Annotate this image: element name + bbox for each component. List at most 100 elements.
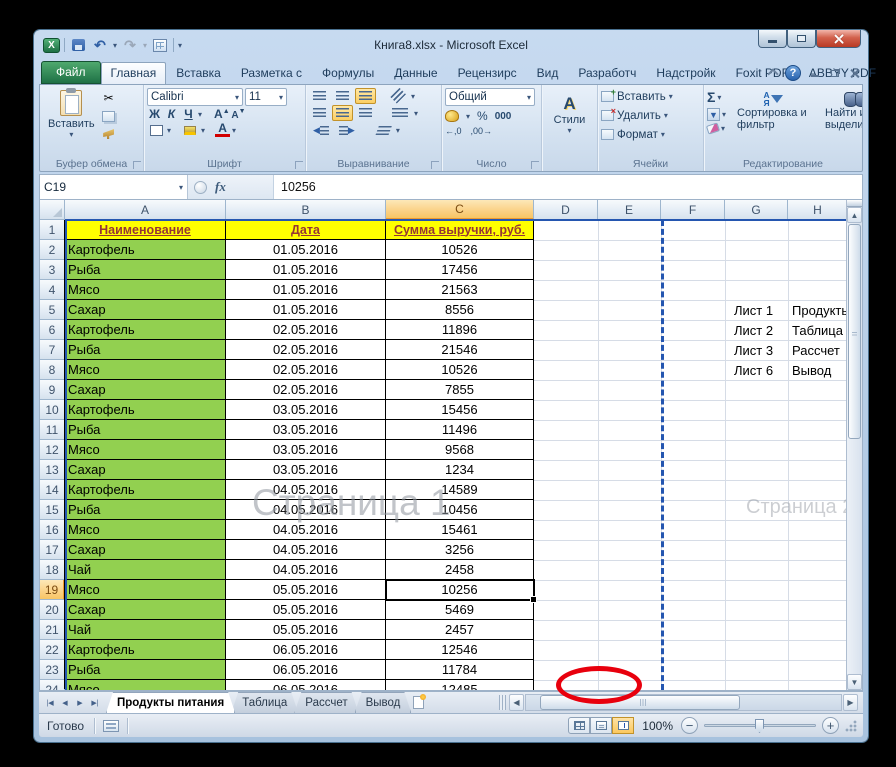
ribbon-tab-надстройк[interactable]: Надстройк	[646, 62, 725, 84]
underline-button[interactable]: Ч	[181, 107, 196, 121]
cell-C11[interactable]: 11496	[386, 420, 534, 440]
help-icon[interactable]	[785, 65, 801, 81]
font-color-button[interactable]: А	[215, 122, 231, 137]
cell-B15[interactable]: 04.05.2016	[226, 500, 386, 520]
align-top-button[interactable]	[309, 88, 330, 104]
cell-A18[interactable]: Чай	[65, 560, 226, 580]
italic-button[interactable]: К	[164, 107, 179, 121]
cell-A4[interactable]: Мясо	[65, 280, 226, 300]
spreadsheet-grid[interactable]: A B C D E F G H 1 2 3 4 5 6 7 8 9 10 11 12 13 14 15 16 17 18 19 20 2…	[39, 200, 863, 691]
borders-icon[interactable]	[147, 122, 165, 138]
cell-G5[interactable]: Лист 1	[725, 300, 788, 320]
sheet-tab-продукты-питания[interactable]: Продукты питания	[106, 692, 235, 713]
cell-A2[interactable]: Картофель	[65, 240, 226, 260]
row-header-6[interactable]: 6	[40, 320, 65, 340]
cell-A15[interactable]: Рыба	[65, 500, 226, 520]
cell-B20[interactable]: 05.05.2016	[226, 600, 386, 620]
row-header-13[interactable]: 13	[40, 460, 65, 480]
cell-A21[interactable]: Чай	[65, 620, 226, 640]
cell-A19[interactable]: Мясо	[65, 580, 226, 600]
row-header-23[interactable]: 23	[40, 660, 65, 680]
styles-button[interactable]: A Стили ▾	[545, 91, 594, 138]
row-header-24[interactable]: 24	[40, 680, 65, 690]
cell-A23[interactable]: Рыба	[65, 660, 226, 680]
clear-button[interactable]: ▾	[705, 122, 726, 135]
macro-record-icon[interactable]	[103, 719, 120, 732]
row-header-3[interactable]: 3	[40, 260, 65, 280]
clipboard-dialog-launcher-icon[interactable]	[133, 161, 141, 169]
column-header-G[interactable]: G	[725, 200, 788, 220]
cell-A12[interactable]: Мясо	[65, 440, 226, 460]
cell-B9[interactable]: 02.05.2016	[226, 380, 386, 400]
name-box[interactable]: C19 ▾	[40, 175, 188, 199]
fill-button[interactable]: ▼ ▾	[707, 108, 726, 121]
column-header-B[interactable]: B	[226, 200, 386, 220]
cell-B22[interactable]: 06.05.2016	[226, 640, 386, 660]
cell-C23[interactable]: 11784	[386, 660, 534, 680]
cell-C7[interactable]: 21546	[386, 340, 534, 360]
percent-style-button[interactable]: %	[477, 109, 488, 123]
cell-C6[interactable]: 11896	[386, 320, 534, 340]
cell-A6[interactable]: Картофель	[65, 320, 226, 340]
column-header-C[interactable]: C	[386, 200, 534, 220]
cell-B24[interactable]: 06.05.2016	[226, 680, 386, 690]
cell-C14[interactable]: 14589	[386, 480, 534, 500]
cell-A16[interactable]: Мясо	[65, 520, 226, 540]
row-header-7[interactable]: 7	[40, 340, 65, 360]
cell-C17[interactable]: 3256	[386, 540, 534, 560]
accounting-format-icon[interactable]	[445, 110, 459, 122]
insert-worksheet-button[interactable]	[407, 692, 429, 713]
v-scroll-thumb[interactable]	[848, 224, 861, 439]
cell-A20[interactable]: Сахар	[65, 600, 226, 620]
cell-A5[interactable]: Сахар	[65, 300, 226, 320]
title-bar[interactable]: ▾ ▾ ▾ Книга8.xlsx - Microsoft Excel	[39, 30, 863, 60]
sheet-tab-таблица[interactable]: Таблица	[231, 692, 298, 713]
align-middle-button[interactable]	[332, 88, 353, 104]
sort-filter-button[interactable]: А Я Сортировка и фильтр	[732, 87, 814, 134]
align-center-button[interactable]	[332, 105, 353, 121]
row-header-11[interactable]: 11	[40, 420, 65, 440]
cell-C9[interactable]: 7855	[386, 380, 534, 400]
cell-C4[interactable]: 21563	[386, 280, 534, 300]
tab-split-handle[interactable]	[499, 695, 506, 710]
decrease-decimal-icon[interactable]: ,00→	[471, 126, 493, 136]
paste-dropdown-icon[interactable]: ▾	[69, 130, 73, 139]
cell-B13[interactable]: 03.05.2016	[226, 460, 386, 480]
scroll-right-icon[interactable]: ▶	[843, 694, 858, 711]
ribbon-tab-разработч[interactable]: Разработч	[568, 62, 646, 84]
bold-button[interactable]: Ж	[147, 107, 162, 121]
ribbon-tab-рецензирс[interactable]: Рецензирс	[448, 62, 527, 84]
cell-B10[interactable]: 03.05.2016	[226, 400, 386, 420]
scroll-down-icon[interactable]: ▼	[847, 674, 862, 690]
column-header-F[interactable]: F	[661, 200, 725, 220]
row-header-20[interactable]: 20	[40, 600, 65, 620]
next-sheet-icon[interactable]: ▶	[73, 696, 87, 710]
font-color-dropdown-icon[interactable]: ▾	[232, 126, 236, 135]
page-layout-view-button[interactable]	[590, 717, 613, 734]
cell-B4[interactable]: 01.05.2016	[226, 280, 386, 300]
cell-A8[interactable]: Мясо	[65, 360, 226, 380]
page-break-preview-button[interactable]	[612, 717, 635, 734]
sheet-tab-вывод[interactable]: Вывод	[355, 692, 412, 713]
cell-A22[interactable]: Картофель	[65, 640, 226, 660]
scroll-up-icon[interactable]: ▲	[847, 207, 862, 223]
row-header-15[interactable]: 15	[40, 500, 65, 520]
cell-C8[interactable]: 10526	[386, 360, 534, 380]
number-dialog-launcher-icon[interactable]	[531, 161, 539, 169]
cell-B12[interactable]: 03.05.2016	[226, 440, 386, 460]
cell-C18[interactable]: 2458	[386, 560, 534, 580]
increase-indent-button[interactable]: ▶	[335, 122, 359, 139]
cell-A14[interactable]: Картофель	[65, 480, 226, 500]
cell-G8[interactable]: Лист 6	[725, 360, 788, 380]
sheet-tab-рассчет[interactable]: Рассчет	[294, 692, 358, 713]
cell-B17[interactable]: 04.05.2016	[226, 540, 386, 560]
cell-G6[interactable]: Лист 2	[725, 320, 788, 340]
format-painter-icon[interactable]	[100, 126, 118, 142]
row-header-2[interactable]: 2	[40, 240, 65, 260]
cell-B5[interactable]: 01.05.2016	[226, 300, 386, 320]
zoom-in-button[interactable]: +	[822, 717, 839, 734]
row-header-14[interactable]: 14	[40, 480, 65, 500]
grow-font-button[interactable]: А▲	[214, 107, 230, 121]
cell-B21[interactable]: 05.05.2016	[226, 620, 386, 640]
ribbon-tab-формулы[interactable]: Формулы	[312, 62, 384, 84]
